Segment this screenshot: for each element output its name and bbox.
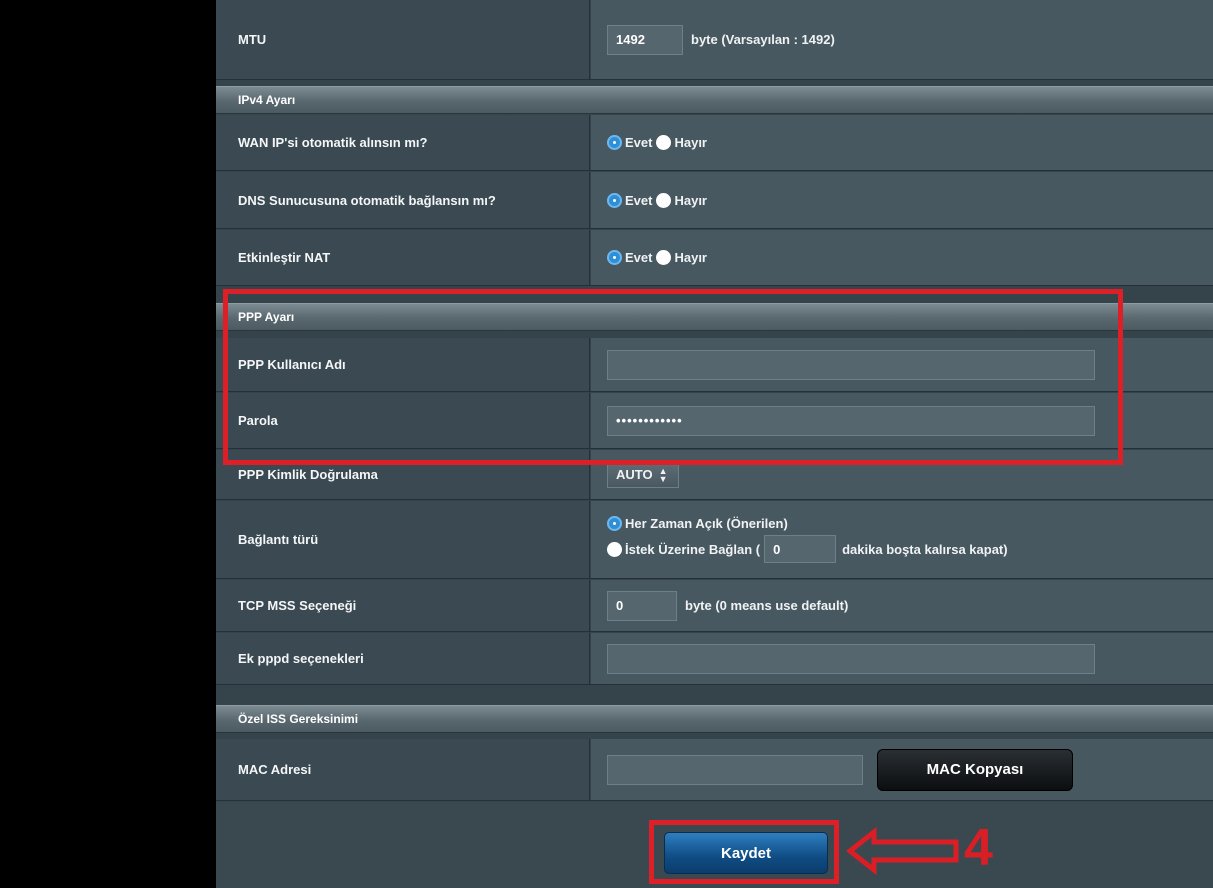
dns-auto-label: DNS Sunucusuna otomatik bağlansın mı?: [216, 172, 590, 228]
save-button[interactable]: Kaydet: [664, 832, 828, 874]
wan-ip-auto-row: WAN IP'si otomatik alınsın mı? Evet Hayı…: [216, 115, 1213, 171]
conn-always-on-option[interactable]: Her Zaman Açık (Önerilen): [607, 516, 788, 531]
radio-selected-icon[interactable]: [607, 250, 622, 265]
nat-yes[interactable]: Evet: [607, 250, 652, 265]
dns-auto-row: DNS Sunucusuna otomatik bağlansın mı? Ev…: [216, 172, 1213, 229]
password-row: Parola ••••••••••••: [216, 393, 1213, 449]
radio-unselected-icon[interactable]: [607, 541, 622, 557]
tcp-mss-row: TCP MSS Seçeneği 0 byte (0 means use def…: [216, 580, 1213, 632]
wan-ip-auto-yes[interactable]: Evet: [607, 135, 652, 150]
mtu-row: MTU 1492 byte (Varsayılan : 1492): [216, 0, 1213, 80]
password-label: Parola: [216, 393, 590, 448]
ppp-username-row: PPP Kullanıcı Adı: [216, 338, 1213, 392]
ppp-auth-select[interactable]: AUTO ▲ ▼: [607, 461, 679, 488]
dns-auto-no[interactable]: Hayır: [656, 192, 707, 208]
password-input[interactable]: ••••••••••••: [607, 405, 1095, 436]
radio-unselected-icon[interactable]: [656, 192, 672, 208]
pppd-options-input[interactable]: [607, 643, 1095, 674]
ppp-auth-row: PPP Kimlik Doğrulama AUTO ▲ ▼: [216, 450, 1213, 500]
mtu-label: MTU: [216, 0, 590, 79]
connection-type-row: Bağlantı türü Her Zaman Açık (Önerilen) …: [216, 501, 1213, 579]
ppp-auth-label: PPP Kimlik Doğrulama: [216, 450, 590, 499]
ppp-username-input[interactable]: [607, 349, 1095, 380]
mac-clone-button[interactable]: MAC Kopyası: [877, 748, 1073, 791]
nat-row: Etkinleştir NAT Evet Hayır: [216, 230, 1213, 286]
dns-auto-yes[interactable]: Evet: [607, 192, 652, 208]
wan-ip-auto-no[interactable]: Hayır: [656, 135, 707, 150]
tcp-mss-input[interactable]: 0: [607, 590, 677, 621]
idle-minutes-input[interactable]: 0: [764, 535, 837, 563]
isp-section-title: Özel ISS Gereksinimi: [216, 705, 1213, 733]
ppp-username-label: PPP Kullanıcı Adı: [216, 338, 590, 391]
mac-address-label: MAC Adresi: [216, 739, 590, 800]
mtu-unit: byte (Varsayılan : 1492): [691, 32, 835, 47]
ipv4-section-title: IPv4 Ayarı: [216, 86, 1213, 114]
ppp-section-title: PPP Ayarı: [216, 303, 1213, 331]
annotation-arrow-icon: [845, 826, 959, 876]
pppd-options-label: Ek pppd seçenekleri: [216, 633, 590, 684]
radio-unselected-icon[interactable]: [656, 250, 672, 265]
radio-selected-icon[interactable]: [607, 135, 622, 150]
radio-selected-icon[interactable]: [607, 192, 622, 208]
annotation-step-number: 4: [964, 819, 993, 877]
settings-panel: MTU 1492 byte (Varsayılan : 1492) IPv4 A…: [216, 0, 1213, 888]
radio-unselected-icon[interactable]: [656, 135, 672, 150]
nat-label: Etkinleştir NAT: [216, 230, 590, 285]
wan-ip-auto-label: WAN IP'si otomatik alınsın mı?: [216, 115, 590, 170]
nat-no[interactable]: Hayır: [656, 250, 707, 265]
connection-type-label: Bağlantı türü: [216, 501, 590, 578]
tcp-mss-label: TCP MSS Seçeneği: [216, 580, 590, 631]
updown-arrow-icon: ▲ ▼: [658, 465, 668, 484]
tcp-mss-unit: byte (0 means use default): [685, 598, 849, 613]
conn-on-demand-option[interactable]: İstek Üzerine Bağlan ( 0 dakika boşta ka…: [607, 535, 1008, 563]
radio-selected-icon[interactable]: [607, 516, 622, 531]
mtu-input[interactable]: 1492: [607, 24, 683, 55]
pppd-options-row: Ek pppd seçenekleri: [216, 633, 1213, 685]
mac-address-input[interactable]: [607, 754, 863, 785]
mac-address-row: MAC Adresi MAC Kopyası: [216, 739, 1213, 801]
